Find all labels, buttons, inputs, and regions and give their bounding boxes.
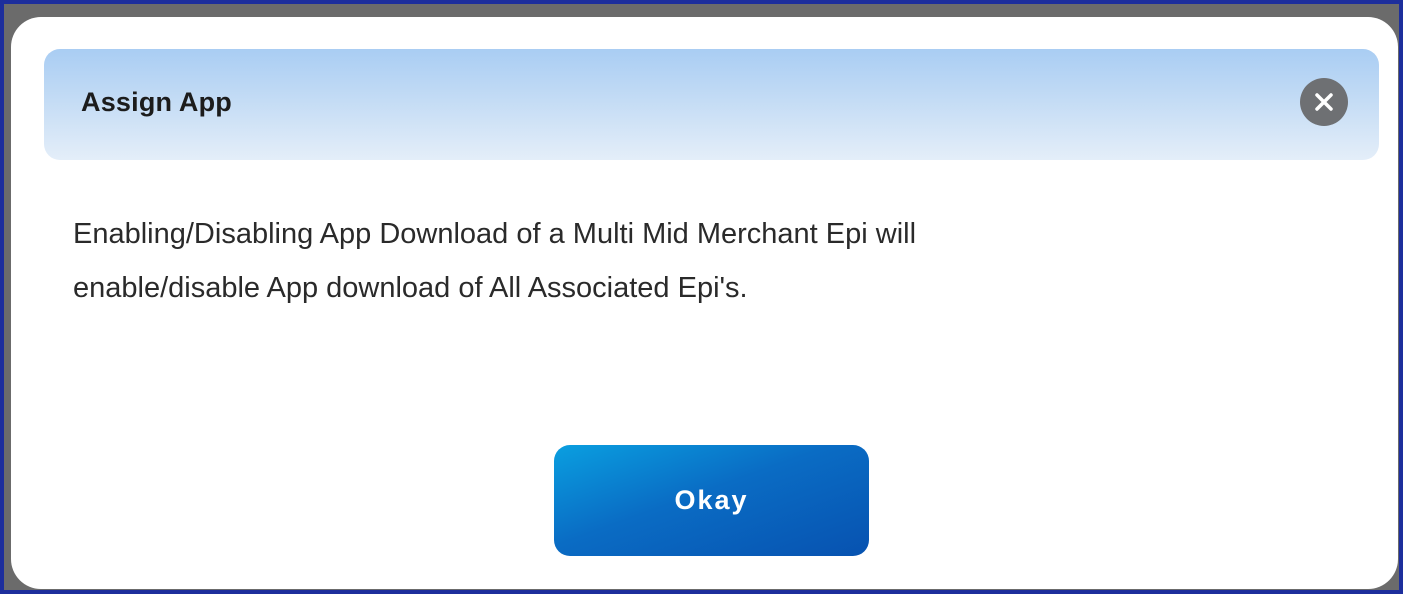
dialog-message: Enabling/Disabling App Download of a Mul… <box>73 207 1323 315</box>
screen-frame: Assign App Enabling/Disabling App Downlo… <box>0 0 1403 594</box>
dialog-header: Assign App <box>44 49 1379 160</box>
okay-button[interactable]: Okay <box>554 445 869 556</box>
close-icon <box>1315 93 1333 111</box>
dialog-title: Assign App <box>81 87 233 117</box>
dialog-message-line-2: enable/disable App download of All Assoc… <box>73 272 748 304</box>
close-button[interactable] <box>1300 78 1348 126</box>
assign-app-dialog: Assign App Enabling/Disabling App Downlo… <box>11 17 1398 589</box>
dialog-message-line-1: Enabling/Disabling App Download of a Mul… <box>73 218 917 250</box>
